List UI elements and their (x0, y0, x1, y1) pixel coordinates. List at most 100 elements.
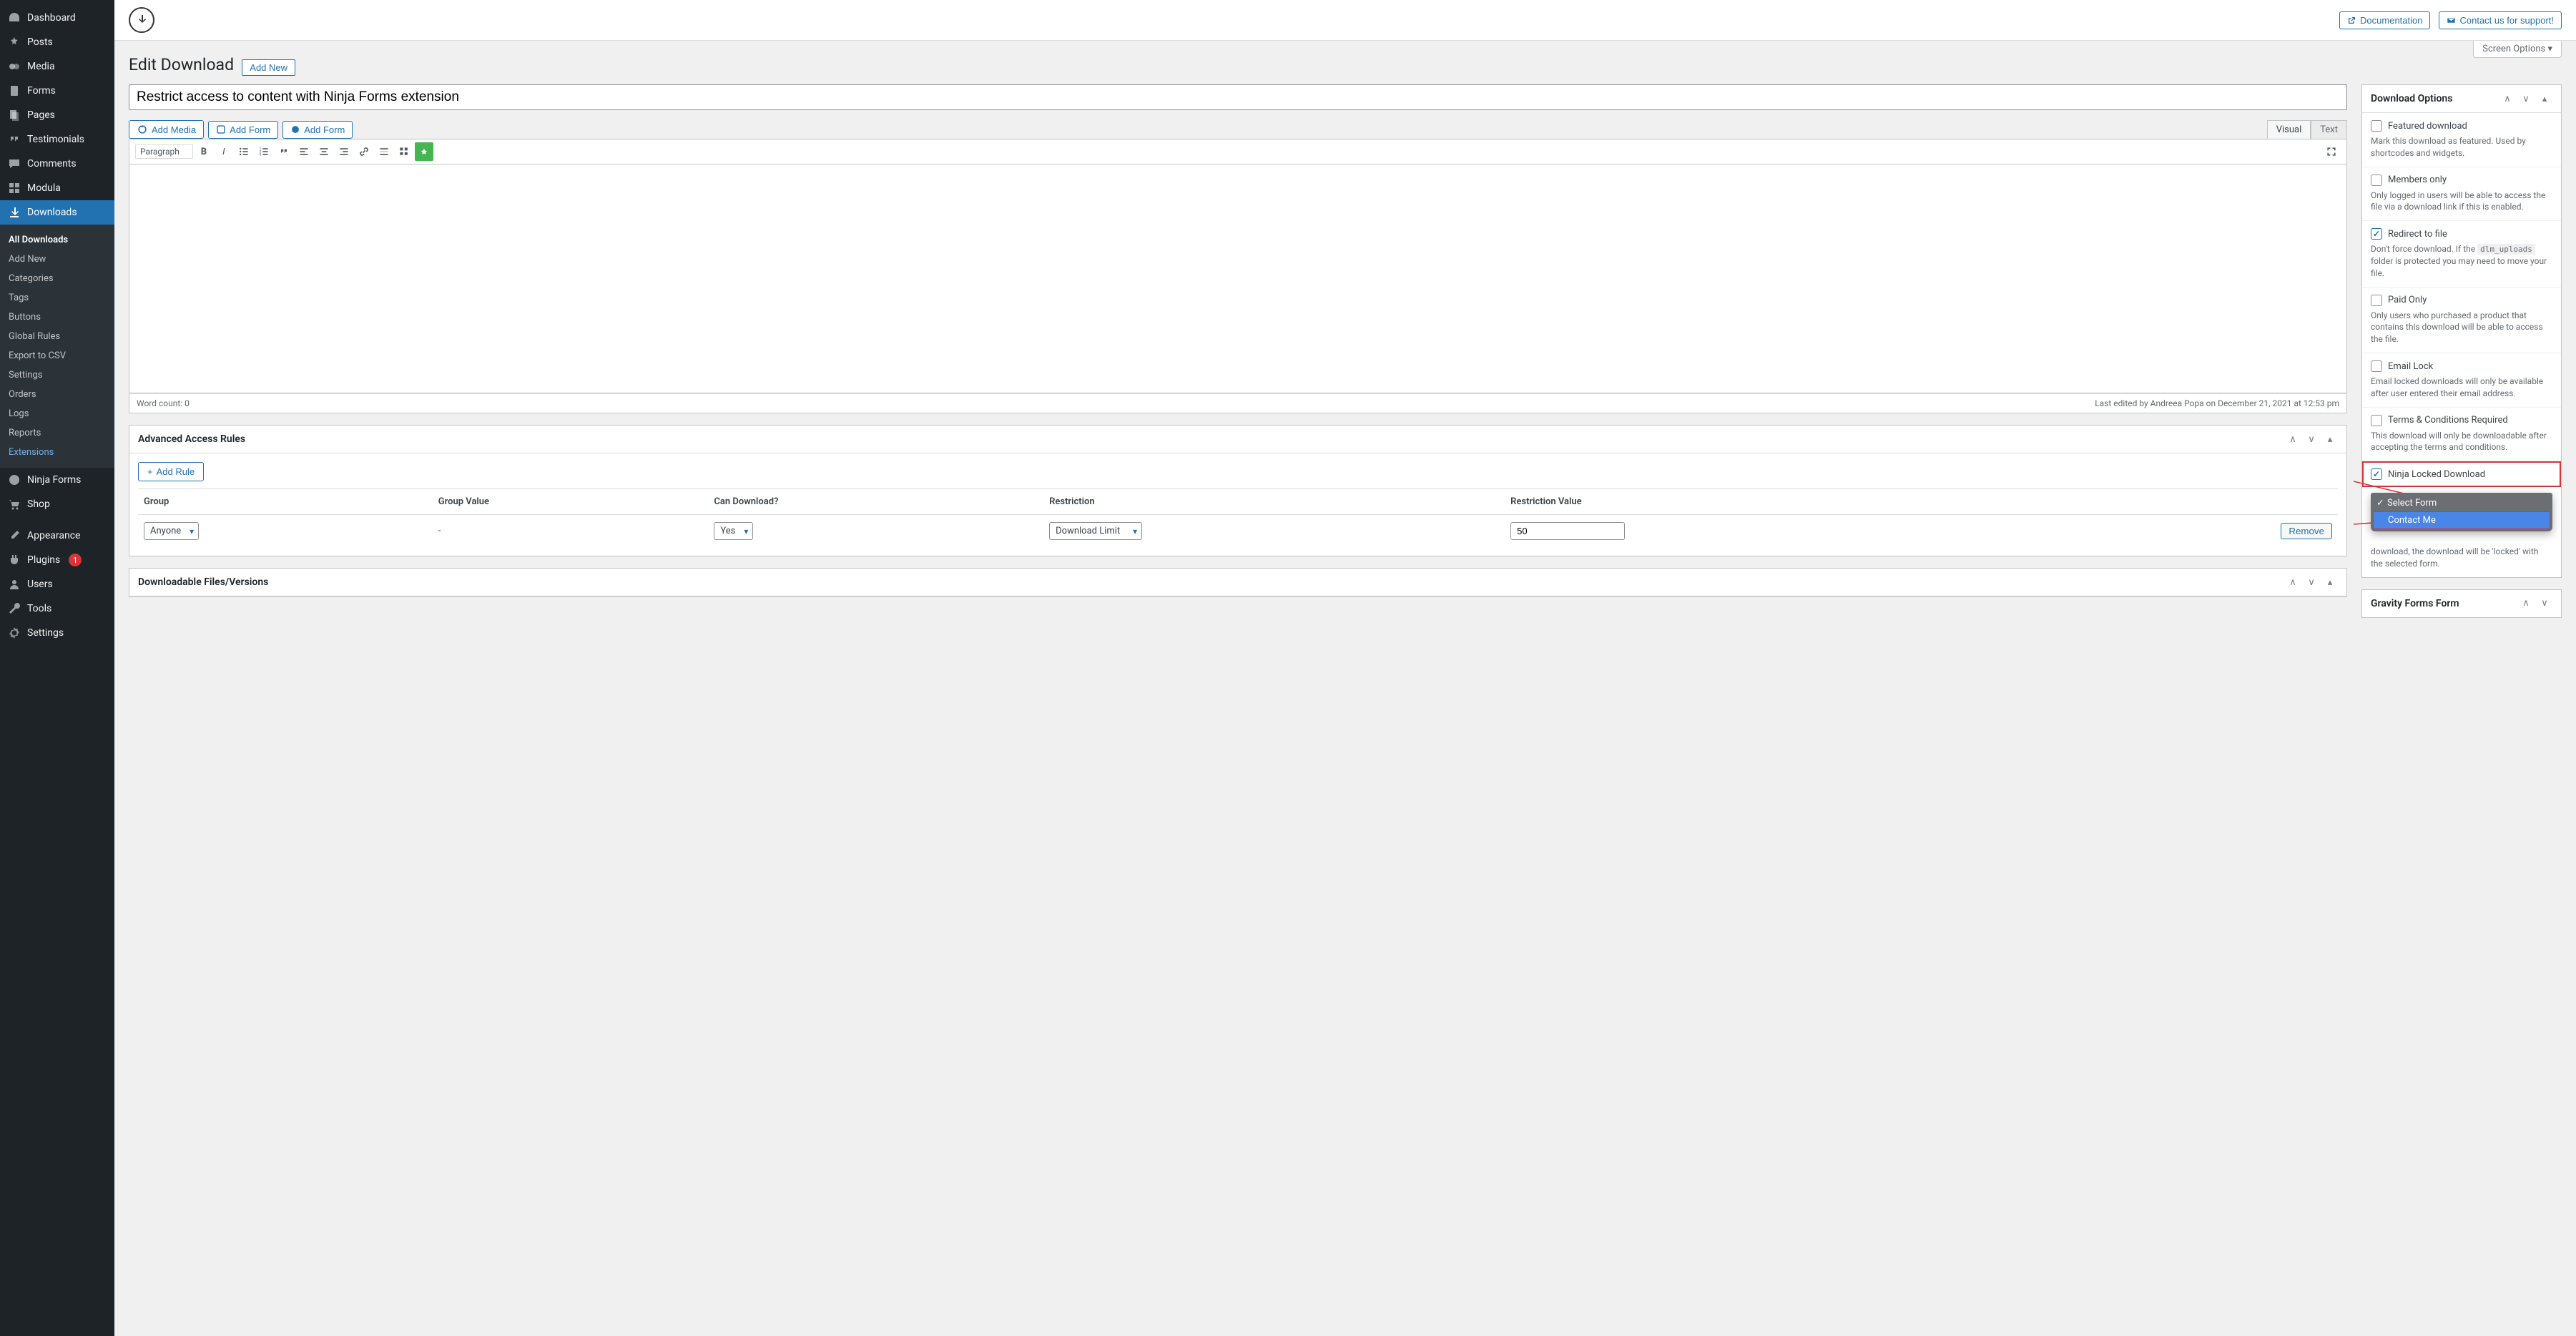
link-button[interactable] (355, 142, 373, 161)
add-rule-button[interactable]: +Add Rule (138, 462, 204, 481)
add-new-button[interactable]: Add New (242, 59, 295, 76)
tab-text[interactable]: Text (2311, 120, 2347, 139)
featured-checkbox[interactable]: Featured download (2371, 120, 2552, 132)
sidebar-item-users[interactable]: Users (0, 572, 114, 596)
sidebar-sub-add-new[interactable]: Add New (0, 250, 114, 269)
insert-more-button[interactable] (375, 142, 393, 161)
align-center-button[interactable] (315, 142, 333, 161)
add-media-button[interactable]: Add Media (129, 120, 204, 139)
camera-icon (137, 124, 148, 135)
remove-rule-button[interactable]: Remove (2281, 523, 2332, 539)
bullet-list-button[interactable] (235, 142, 253, 161)
box-title: Gravity Forms Form (2371, 598, 2459, 609)
members-only-checkbox[interactable]: Members only (2371, 175, 2552, 186)
move-up-button[interactable]: ∧ (2285, 574, 2301, 590)
gear-icon (7, 626, 21, 640)
sidebar-sub-reports[interactable]: Reports (0, 423, 114, 443)
sidebar-item-settings[interactable]: Settings (0, 621, 114, 645)
sidebar-sub-categories[interactable]: Categories (0, 269, 114, 288)
can-download-select[interactable]: Yes (714, 522, 753, 540)
sidebar-sub-tags[interactable]: Tags (0, 288, 114, 308)
format-selector[interactable]: Paragraph (135, 144, 193, 159)
rules-table: Group Group Value Can Download? Restrict… (138, 488, 2338, 547)
sidebar-item-appearance[interactable]: Appearance (0, 524, 114, 548)
ninja-locked-checkbox[interactable]: Ninja Locked Download (2371, 468, 2552, 480)
add-form-button-2[interactable]: Add Form (282, 121, 353, 139)
sidebar-item-label: Comments (27, 158, 77, 170)
toggle-button[interactable]: ▴ (2537, 91, 2552, 107)
button-label: Documentation (2360, 15, 2422, 26)
editor-content-area[interactable] (129, 164, 2347, 393)
italic-button[interactable]: I (215, 142, 233, 161)
sidebar-sub-global-rules[interactable]: Global Rules (0, 327, 114, 346)
align-right-button[interactable] (335, 142, 353, 161)
wrench-icon (7, 601, 21, 616)
bold-button[interactable]: B (195, 142, 213, 161)
number-list-button[interactable]: 123 (255, 142, 273, 161)
sidebar-sub-settings[interactable]: Settings (0, 365, 114, 385)
sidebar-item-modula[interactable]: Modula (0, 176, 114, 200)
media-icon (7, 59, 21, 74)
plugin-logo (129, 7, 154, 33)
sidebar-item-downloads[interactable]: Downloads (0, 200, 114, 225)
move-up-button[interactable]: ∧ (2499, 91, 2515, 107)
sidebar-item-shop[interactable]: Shop (0, 492, 114, 516)
move-up-button[interactable]: ∧ (2285, 431, 2301, 447)
dropdown-option-select-form[interactable]: Select Form (2373, 495, 2550, 511)
blockquote-button[interactable] (275, 142, 293, 161)
dropdown-option-contact-me[interactable]: Contact Me (2373, 511, 2550, 529)
toggle-button[interactable]: ▴ (2322, 431, 2338, 447)
file-icon (7, 84, 21, 98)
move-down-button[interactable]: ∨ (2304, 431, 2319, 447)
sidebar-item-testimonials[interactable]: Testimonials (0, 127, 114, 152)
sidebar-sub-export[interactable]: Export to CSV (0, 346, 114, 365)
form-icon (216, 124, 226, 134)
box-title: Downloadable Files/Versions (138, 576, 268, 588)
paid-only-checkbox[interactable]: Paid Only (2371, 295, 2552, 306)
add-form-button-1[interactable]: Add Form (208, 121, 278, 139)
sidebar-sub-logs[interactable]: Logs (0, 404, 114, 423)
sidebar-item-ninja-forms[interactable]: Ninja Forms (0, 468, 114, 492)
move-down-button[interactable]: ∨ (2537, 596, 2552, 611)
sidebar-sub-buttons[interactable]: Buttons (0, 308, 114, 327)
sidebar-item-label: Forms (27, 85, 56, 97)
toggle-button[interactable]: ▴ (2322, 574, 2338, 590)
restriction-select[interactable]: Download Limit (1049, 522, 1142, 540)
move-down-button[interactable]: ∨ (2304, 574, 2319, 590)
sidebar-item-label: Pages (27, 109, 55, 121)
group-value-cell: - (433, 515, 709, 548)
sidebar-item-comments[interactable]: Comments (0, 152, 114, 176)
download-title-input[interactable] (129, 84, 2347, 110)
sidebar-item-label: Tools (27, 603, 51, 614)
update-badge: 1 (69, 554, 82, 566)
sidebar-item-posts[interactable]: Posts (0, 30, 114, 54)
documentation-button[interactable]: Documentation (2339, 11, 2430, 29)
terms-checkbox[interactable]: Terms & Conditions Required (2371, 415, 2552, 426)
sidebar-item-label: Appearance (27, 530, 80, 541)
align-left-button[interactable] (295, 142, 313, 161)
restriction-value-input[interactable] (1510, 522, 1625, 540)
group-select[interactable]: Anyone (144, 522, 199, 540)
sidebar-item-label: Users (27, 579, 53, 590)
sidebar-item-label: Plugins (27, 554, 60, 566)
email-lock-checkbox[interactable]: Email Lock (2371, 360, 2552, 372)
support-button[interactable]: Contact us for support! (2439, 11, 2562, 29)
screen-options-toggle[interactable]: Screen Options ▾ (2473, 41, 2562, 58)
sidebar-item-dashboard[interactable]: Dashboard (0, 6, 114, 30)
toolbar-toggle-button[interactable] (395, 142, 413, 161)
shortcode-button[interactable] (415, 142, 433, 161)
sidebar-sub-all-downloads[interactable]: All Downloads (0, 230, 114, 250)
sidebar-item-media[interactable]: Media (0, 54, 114, 79)
fullscreen-button[interactable] (2322, 142, 2341, 161)
sidebar-item-plugins[interactable]: Plugins 1 (0, 548, 114, 572)
move-down-button[interactable]: ∨ (2518, 91, 2534, 107)
sidebar-item-pages[interactable]: Pages (0, 103, 114, 127)
sidebar-item-forms[interactable]: Forms (0, 79, 114, 103)
sidebar-item-tools[interactable]: Tools (0, 596, 114, 621)
tab-visual[interactable]: Visual (2267, 120, 2311, 139)
sidebar-sub-extensions[interactable]: Extensions (0, 443, 114, 462)
redirect-checkbox[interactable]: Redirect to file (2371, 228, 2552, 240)
sidebar-sub-orders[interactable]: Orders (0, 385, 114, 404)
option-label: Ninja Locked Download (2388, 469, 2485, 480)
move-up-button[interactable]: ∧ (2518, 596, 2534, 611)
